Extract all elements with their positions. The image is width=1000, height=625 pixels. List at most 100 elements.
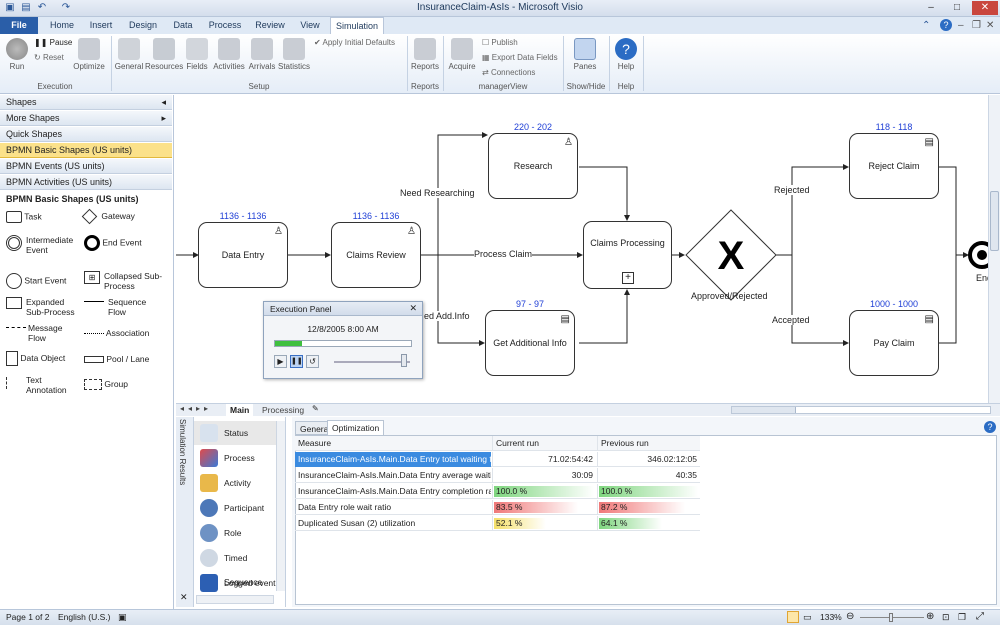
task-research[interactable]: ♙ Research xyxy=(488,133,578,199)
close-icon[interactable]: ✕ xyxy=(180,592,188,603)
task-reject-claim[interactable]: ▤ Reject Claim xyxy=(849,133,939,199)
canvas-horizontal-scrollbar[interactable] xyxy=(731,406,991,414)
apply-defaults-button[interactable]: ✔ Apply Initial Defaults xyxy=(314,38,395,47)
close-button[interactable]: ✕ xyxy=(972,1,998,15)
help-icon[interactable]: ? xyxy=(940,19,952,31)
full-page-view-icon[interactable] xyxy=(787,611,799,623)
sim-item-role[interactable]: Role xyxy=(194,521,280,545)
ribbon-minimize-icon[interactable]: ⌃ xyxy=(922,20,930,31)
tab-optimization[interactable]: Optimization xyxy=(327,420,385,435)
minimize-button[interactable]: – xyxy=(918,1,944,15)
execution-panel-header[interactable]: Execution Panel ✕ xyxy=(264,302,422,316)
general-button[interactable]: General xyxy=(114,38,144,71)
sim-item-activity[interactable]: Activity xyxy=(194,471,280,495)
reset-button[interactable]: ↻ Reset xyxy=(34,53,64,62)
zoom-level[interactable]: 133% xyxy=(820,612,842,622)
more-shapes[interactable]: More Shapes ▸ xyxy=(0,111,172,126)
sim-item-timed-sequence[interactable]: Timed Sequence xyxy=(194,546,280,587)
page-tab-processing[interactable]: Processing xyxy=(258,404,308,416)
task-get-additional-info[interactable]: ▤ Get Additional Info xyxy=(485,310,575,376)
stencil-bpmn-events[interactable]: BPMN Events (US units) xyxy=(0,159,172,174)
tab-insert[interactable]: Insert xyxy=(82,17,120,34)
sim-item-status[interactable]: Status xyxy=(194,421,280,445)
zoom-out-icon[interactable]: ⊖ xyxy=(846,611,854,622)
close-icon[interactable]: ✕ xyxy=(409,303,417,314)
task-claims-processing[interactable]: Claims Processing + xyxy=(583,221,672,289)
stencil-association[interactable]: Association xyxy=(84,328,149,338)
execution-panel[interactable]: Execution Panel ✕ 12/8/2005 8:00 AM ▶ ❚❚… xyxy=(263,301,423,379)
reports-button[interactable]: Reports xyxy=(410,38,440,71)
tab-design[interactable]: Design xyxy=(124,17,162,34)
task-data-entry[interactable]: ♙ Data Entry xyxy=(198,222,288,288)
arrivals-button[interactable]: Arrivals xyxy=(247,38,277,71)
pan-zoom-icon[interactable]: ⤢ xyxy=(976,611,984,622)
optimize-button[interactable]: Optimize xyxy=(72,38,106,71)
stencil-bpmn-activities[interactable]: BPMN Activities (US units) xyxy=(0,175,172,190)
insert-page-icon[interactable]: ✎ xyxy=(312,404,319,413)
stencil-pool-lane[interactable]: Pool / Lane xyxy=(84,354,149,364)
zoom-slider-thumb[interactable] xyxy=(889,613,893,622)
zoom-in-icon[interactable]: ⊕ xyxy=(926,611,934,622)
stencil-data-object[interactable]: Data Object xyxy=(6,351,65,366)
pause-button[interactable]: ❚❚ Pause xyxy=(34,38,72,47)
stencil-text-annotation[interactable]: Text Annotation xyxy=(6,375,80,395)
resources-button[interactable]: Resources xyxy=(145,38,183,71)
pause-button-panel[interactable]: ❚❚ xyxy=(290,355,303,368)
page-indicator[interactable]: Page 1 of 2 xyxy=(6,612,49,622)
panes-button[interactable]: Panes xyxy=(568,38,602,71)
tab-home[interactable]: Home xyxy=(44,17,80,34)
col-current-run[interactable]: Current run xyxy=(492,436,596,451)
doc-restore-button[interactable]: ❐ xyxy=(972,20,981,31)
hscroll-thumb[interactable] xyxy=(732,407,796,413)
tab-simulation[interactable]: Simulation xyxy=(330,17,384,34)
col-measure[interactable]: Measure xyxy=(295,436,491,451)
speed-slider[interactable] xyxy=(334,361,410,363)
table-row[interactable]: InsuranceClaim-AsIs.Main.Data Entry comp… xyxy=(295,484,700,499)
tab-file[interactable]: File xyxy=(0,17,38,34)
stencil-task[interactable]: Task xyxy=(6,211,42,223)
help-button[interactable]: ? Help xyxy=(612,38,640,71)
acquire-button[interactable]: Acquire xyxy=(446,38,478,71)
connections-button[interactable]: ⇄ Connections xyxy=(482,68,535,77)
sim-item-process[interactable]: Process xyxy=(194,446,280,470)
fit-page-icon[interactable]: ⊡ xyxy=(942,612,950,623)
statistics-button[interactable]: Statistics xyxy=(277,38,311,71)
play-button[interactable]: ▶ xyxy=(274,355,287,368)
page-nav-arrows[interactable]: ◂◂▸▸ xyxy=(180,404,212,413)
table-row[interactable]: Data Entry role wait ratio 83.5 % 87.2 % xyxy=(295,500,700,515)
stencil-bpmn-basic[interactable]: BPMN Basic Shapes (US units) xyxy=(0,143,172,158)
stencil-gateway[interactable]: Gateway xyxy=(81,208,135,225)
stencil-collapsed-subprocess[interactable]: ⊞ Collapsed Sub-Process xyxy=(84,271,164,291)
sim-item-participant[interactable]: Participant xyxy=(194,496,280,520)
table-row[interactable]: InsuranceClaim-AsIs.Main.Data Entry aver… xyxy=(295,468,700,483)
task-claims-review[interactable]: ♙ Claims Review xyxy=(331,222,421,288)
run-button[interactable]: Run xyxy=(4,38,30,71)
sim-list-scrollbar[interactable] xyxy=(276,421,285,591)
language-indicator[interactable]: English (U.S.) xyxy=(58,612,110,622)
switch-windows-icon[interactable]: ❐ xyxy=(958,612,966,623)
sim-list-hscrollbar[interactable] xyxy=(196,595,274,604)
publish-button[interactable]: ☐ Publish xyxy=(482,38,518,47)
doc-minimize-button[interactable]: – xyxy=(958,20,964,31)
activities-button[interactable]: Activities xyxy=(212,38,246,71)
doc-close-button[interactable]: ✕ xyxy=(986,20,994,31)
reset-button-panel[interactable]: ↺ xyxy=(306,355,319,368)
sim-item-logged-event[interactable]: Logged event xyxy=(194,571,280,595)
presentation-view-icon[interactable]: ▭ xyxy=(803,612,812,623)
page-tab-main[interactable]: Main xyxy=(226,404,254,416)
help-icon[interactable]: ? xyxy=(984,421,996,433)
tab-review[interactable]: Review xyxy=(250,17,290,34)
stencil-expanded-subprocess[interactable]: Expanded Sub-Process xyxy=(6,297,80,317)
canvas-vertical-scrollbar[interactable] xyxy=(988,95,1000,403)
table-row[interactable]: Duplicated Susan (2) utilization 52.1 % 64… xyxy=(295,516,700,531)
stencil-start-event[interactable]: Start Event xyxy=(6,273,66,289)
macro-icon[interactable]: ▣ xyxy=(118,612,127,623)
stencil-intermediate-event[interactable]: Intermediate Event xyxy=(6,235,78,255)
fields-button[interactable]: Fields xyxy=(184,38,210,71)
stencil-end-event[interactable]: End Event xyxy=(84,235,142,251)
table-row[interactable]: InsuranceClaim-AsIs.Main.Data Entry tota… xyxy=(295,452,700,467)
tab-data[interactable]: Data xyxy=(166,17,200,34)
maximize-button[interactable]: □ xyxy=(944,1,970,15)
export-data-fields-button[interactable]: ▦ Export Data Fields xyxy=(482,53,558,62)
tab-process[interactable]: Process xyxy=(204,17,246,34)
